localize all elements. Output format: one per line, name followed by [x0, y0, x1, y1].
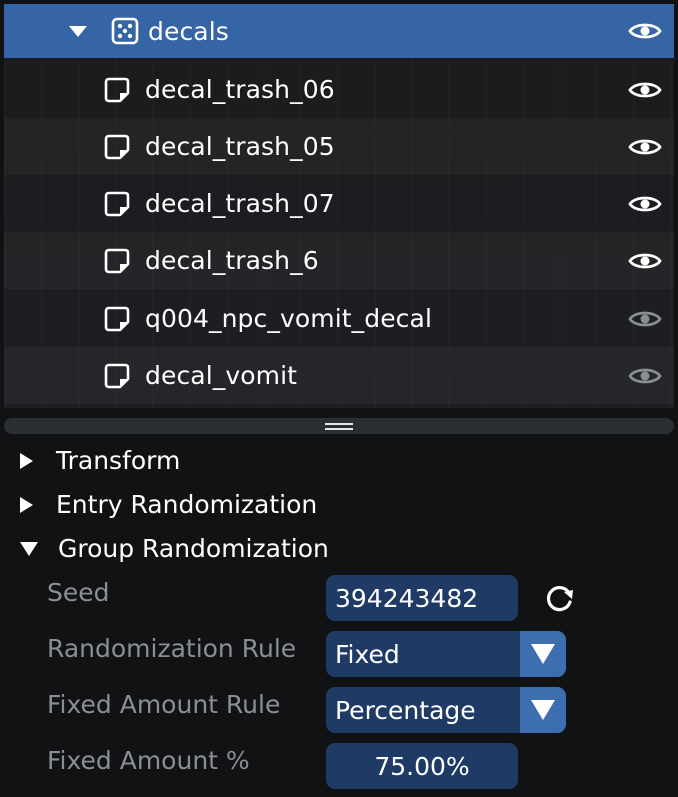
dice-icon [111, 17, 139, 45]
section-transform[interactable]: Transform [20, 446, 180, 475]
decal-file-icon [104, 191, 130, 216]
section-title: Transform [56, 446, 181, 475]
eye-hidden-icon[interactable] [628, 308, 662, 330]
decal-file-icon [104, 248, 130, 273]
randomization-rule-value: Fixed [335, 639, 400, 669]
fixed-amount-rule-value: Percentage [335, 695, 476, 725]
fixed-amount-value: 75.00% [374, 751, 470, 781]
tree-row-decal[interactable]: decal_vomit [4, 347, 674, 404]
tree-row-label: decals [148, 16, 229, 46]
decal-file-icon [104, 306, 130, 331]
tree-row-decal[interactable]: decal_trash_07 [4, 175, 674, 232]
randomization-rule-label: Randomization Rule [47, 634, 297, 663]
section-title: Group Randomization [58, 534, 329, 563]
section-title: Entry Randomization [56, 490, 318, 519]
decal-file-icon [104, 134, 130, 159]
outliner-tree: decals decal_trash_06 decal_trash_05 dec… [4, 4, 674, 408]
randomization-rule-dropdown[interactable]: Fixed [326, 631, 566, 677]
section-group-randomization[interactable]: Group Randomization [20, 534, 329, 563]
tree-row-label: decal_trash_05 [145, 132, 335, 161]
tree-row-label: decal_vomit [145, 361, 298, 390]
eye-icon[interactable] [628, 136, 662, 158]
section-entry-randomization[interactable]: Entry Randomization [20, 490, 317, 519]
tree-row-label: decal_trash_06 [145, 75, 335, 104]
tree-row-decals[interactable]: decals [4, 4, 674, 58]
eye-icon[interactable] [628, 79, 662, 101]
seed-input[interactable]: 394243482 [326, 575, 518, 621]
refresh-icon[interactable] [542, 582, 578, 614]
dropdown-arrow-icon[interactable] [520, 631, 566, 677]
eye-icon[interactable] [628, 20, 662, 42]
drag-handle-icon[interactable] [325, 423, 353, 430]
fixed-amount-rule-label: Fixed Amount Rule [47, 690, 281, 719]
tree-row-label: q004_npc_vomit_decal [145, 304, 432, 333]
tree-row-decal[interactable]: decal_trash_05 [4, 118, 674, 175]
collapsed-arrow-icon [20, 452, 33, 469]
expanded-arrow-icon [20, 541, 38, 556]
eye-icon[interactable] [628, 193, 662, 215]
tree-row-decal[interactable]: decal_trash_06 [4, 61, 674, 118]
fixed-amount-input[interactable]: 75.00% [326, 743, 518, 789]
fixed-amount-rule-dropdown[interactable]: Percentage [326, 687, 566, 733]
eye-icon[interactable] [628, 250, 662, 272]
tree-row-decal[interactable]: q004_npc_vomit_decal [4, 290, 674, 347]
tree-row-label: decal_trash_07 [145, 189, 335, 218]
seed-label: Seed [47, 578, 110, 607]
dropdown-arrow-icon[interactable] [520, 687, 566, 733]
decal-file-icon [104, 363, 130, 388]
tree-row-decal[interactable]: decal_trash_6 [4, 232, 674, 289]
seed-value: 394243482 [335, 583, 479, 613]
expand-arrow-icon[interactable] [69, 25, 87, 37]
eye-hidden-icon[interactable] [628, 365, 662, 387]
decal-file-icon [104, 77, 130, 102]
tree-row-label: decal_trash_6 [145, 246, 319, 275]
collapsed-arrow-icon [20, 496, 33, 513]
fixed-amount-label: Fixed Amount % [47, 746, 250, 775]
panel-splitter[interactable] [4, 418, 674, 434]
